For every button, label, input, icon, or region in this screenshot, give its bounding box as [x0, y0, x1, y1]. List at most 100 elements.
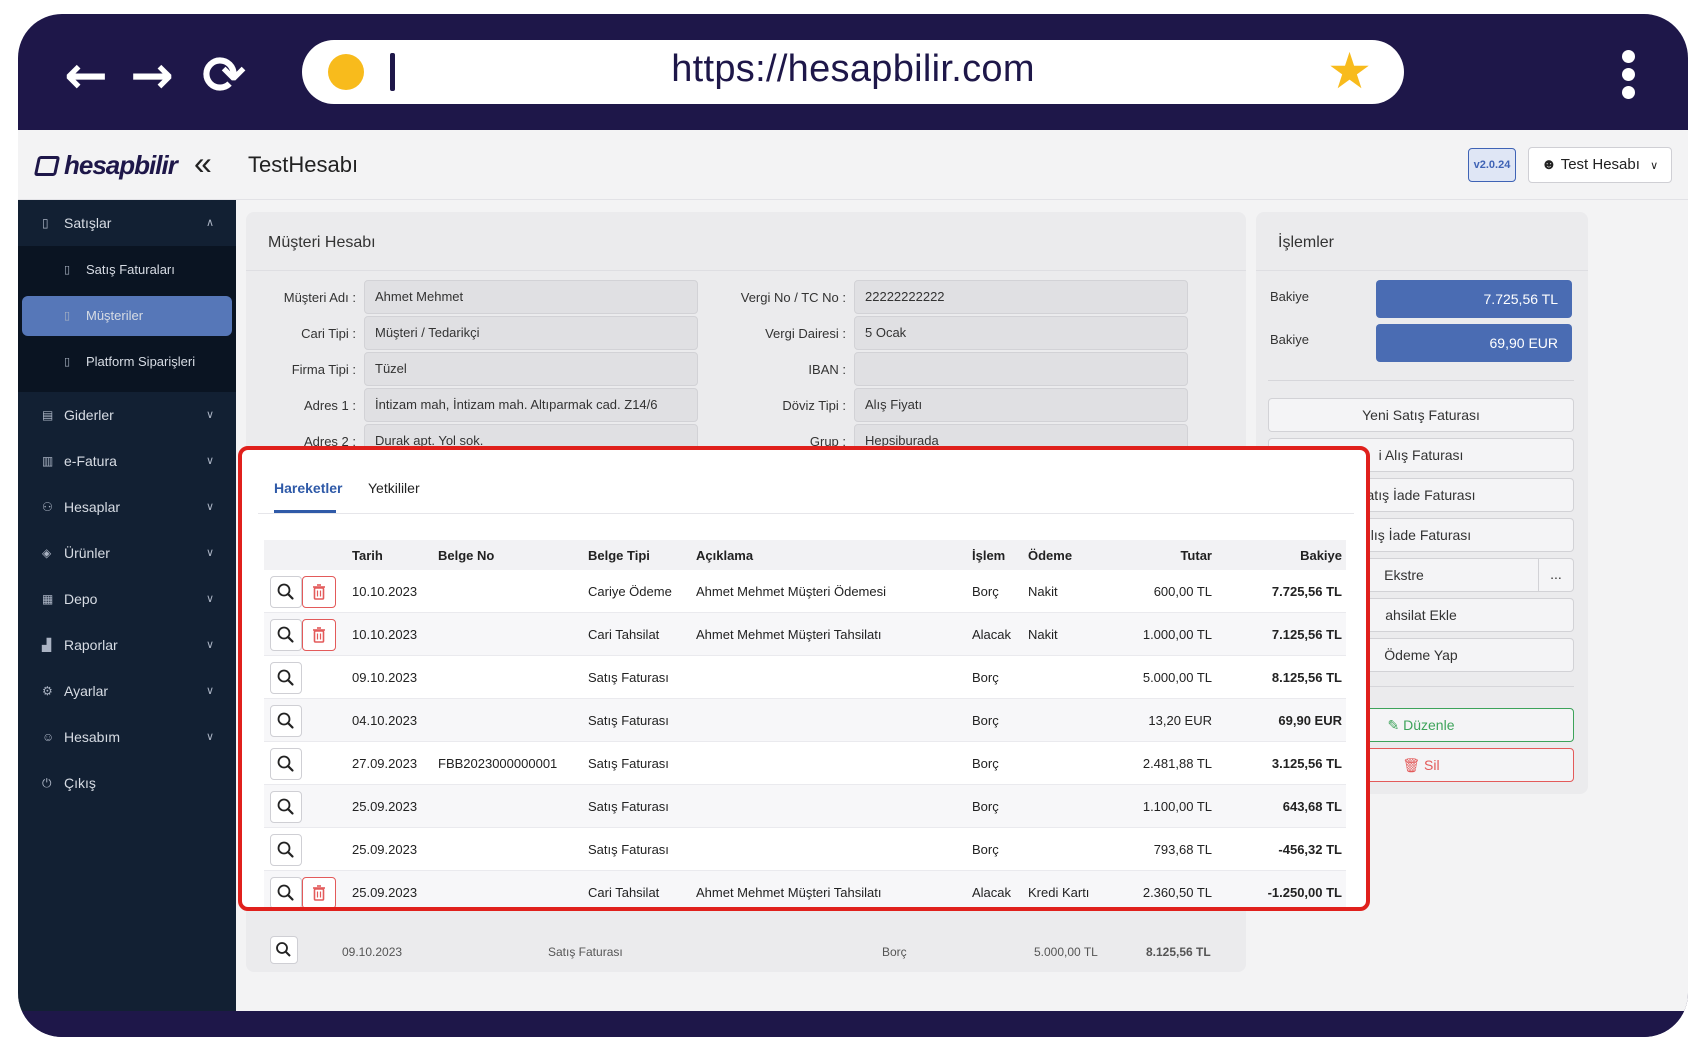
- search-icon: [277, 798, 294, 815]
- column-header-operation[interactable]: İşlem: [972, 548, 1005, 563]
- more-options-button[interactable]: ...: [1538, 558, 1574, 592]
- sidebar: ▯ Satışlar ∧ ▯ Satış Faturaları ▯ Müşter…: [18, 200, 236, 1011]
- logo-text: hesapbilir: [64, 150, 178, 180]
- trash-icon: [313, 627, 325, 643]
- tax-no-field[interactable]: 22222222222: [854, 280, 1188, 314]
- view-button[interactable]: [270, 619, 302, 651]
- view-button[interactable]: [270, 576, 302, 608]
- delete-row-button[interactable]: [302, 576, 336, 608]
- row-operation: Borç: [972, 799, 999, 814]
- arrow-right-icon[interactable]: →: [122, 50, 182, 106]
- sidebar-subitem-musteriler[interactable]: ▯ Müşteriler: [22, 296, 232, 336]
- document-icon: ▯: [64, 356, 71, 368]
- table-row[interactable]: 25.09.2023 Satış Faturası Borç 1.100,00 TL 6…: [264, 785, 1346, 828]
- box-icon: ◈: [42, 546, 52, 560]
- address1-label: Adres 1 :: [303, 398, 356, 413]
- trash-icon: [313, 584, 325, 600]
- trash-icon: 🗑: [1402, 757, 1421, 773]
- kebab-menu-icon[interactable]: [1614, 50, 1644, 100]
- row-balance: -1.250,00 TL: [1267, 885, 1342, 900]
- name-field[interactable]: Ahmet Mehmet: [364, 280, 698, 314]
- column-header-description[interactable]: Açıklama: [696, 548, 753, 563]
- invoice-icon: ▥: [42, 454, 54, 468]
- sidebar-item-hesabim[interactable]: ☺ Hesabım ∨: [18, 714, 236, 760]
- page-title: TestHesabı: [248, 152, 359, 177]
- star-icon[interactable]: ★: [1327, 44, 1372, 98]
- tax-office-field[interactable]: 5 Ocak: [854, 316, 1188, 350]
- sidebar-item-ayarlar[interactable]: ⚙ Ayarlar ∨: [18, 668, 236, 714]
- sidebar-subitem-satis-faturalari[interactable]: ▯ Satış Faturaları: [18, 250, 236, 290]
- chevron-down-icon: ∨: [205, 685, 214, 697]
- view-button[interactable]: [270, 662, 302, 694]
- logo[interactable]: hesapbilir: [33, 150, 178, 181]
- view-button[interactable]: [270, 877, 302, 907]
- address-bar[interactable]: https://hesapbilir.com ★: [302, 40, 1404, 104]
- sidebar-subitem-platform-siparisleri[interactable]: ▯ Platform Siparişleri: [18, 342, 236, 382]
- column-header-date[interactable]: Tarih: [352, 548, 383, 563]
- row-doc-type: Satış Faturası: [548, 945, 623, 959]
- search-icon: [277, 755, 294, 772]
- row-amount: 13,20 EUR: [1148, 713, 1212, 728]
- address1-field[interactable]: İntizam mah, İntizam mah. Altıparmak cad…: [364, 388, 698, 422]
- view-button[interactable]: [270, 791, 302, 823]
- table-row[interactable]: 10.10.2023 Cariye Ödeme Ahmet Mehmet Müşte…: [264, 570, 1346, 613]
- sidebar-item-raporlar[interactable]: ▟ Raporlar ∨: [18, 622, 236, 668]
- column-header-amount[interactable]: Tutar: [1132, 548, 1212, 563]
- delete-row-button[interactable]: [302, 877, 336, 907]
- currency-type-field[interactable]: Alış Fiyatı: [854, 388, 1188, 422]
- delete-row-button[interactable]: [302, 619, 336, 651]
- logo-icon: [33, 155, 61, 176]
- sidebar-item-satislar[interactable]: ▯ Satışlar ∧: [18, 200, 236, 246]
- view-button[interactable]: [270, 834, 302, 866]
- view-button[interactable]: [270, 748, 302, 780]
- table-row[interactable]: 09.10.2023 Satış Faturası Borç 5.000,00 TL 8…: [264, 656, 1346, 699]
- new-sales-invoice-button[interactable]: Yeni Satış Faturası: [1268, 398, 1574, 432]
- sidebar-item-cikis[interactable]: ⏻ Çıkış: [18, 760, 236, 806]
- warehouse-icon: ▦: [42, 592, 54, 606]
- table-row[interactable]: 25.09.2023 Cari Tahsilat Ahmet Mehmet Müşt…: [264, 871, 1346, 907]
- url-text[interactable]: https://hesapbilir.com: [302, 48, 1404, 91]
- row-balance: -456,32 TL: [1278, 842, 1342, 857]
- search-button[interactable]: [270, 936, 298, 964]
- cari-type-field[interactable]: Müşteri / Tedarikçi: [364, 316, 698, 350]
- column-header-doc-no[interactable]: Belge No: [438, 548, 494, 563]
- row-description: Ahmet Mehmet Müşteri Ödemesi: [696, 584, 887, 599]
- row-operation: Borç: [972, 584, 999, 599]
- sidebar-subitem-label: Platform Siparişleri: [86, 354, 196, 369]
- tab-yetkililer[interactable]: Yetkililer: [368, 480, 420, 496]
- table-row[interactable]: 10.10.2023 Cari Tahsilat Ahmet Mehmet Müşt…: [264, 613, 1346, 656]
- tab-hareketler[interactable]: Hareketler: [274, 480, 343, 496]
- divider: [1268, 380, 1574, 381]
- sidebar-submenu: ▯ Satış Faturaları ▯ Müşteriler ▯ Platfo…: [18, 246, 236, 392]
- sidebar-item-depo[interactable]: ▦ Depo ∨: [18, 576, 236, 622]
- table-row[interactable]: 27.09.2023 FBB2023000000001 Satış Faturası…: [264, 742, 1346, 785]
- column-header-payment[interactable]: Ödeme: [1028, 548, 1072, 563]
- iban-field[interactable]: [854, 352, 1188, 386]
- balance-eur: 69,90 EUR: [1376, 324, 1572, 362]
- search-icon: [277, 669, 294, 686]
- sidebar-item-giderler[interactable]: ▤ Giderler ∨: [18, 392, 236, 438]
- arrow-left-icon[interactable]: ←: [56, 50, 116, 106]
- sidebar-item-urunler[interactable]: ◈ Ürünler ∨: [18, 530, 236, 576]
- column-header-doc-type[interactable]: Belge Tipi: [588, 548, 650, 563]
- active-tab-indicator: [274, 510, 336, 513]
- firm-type-field[interactable]: Tüzel: [364, 352, 698, 386]
- row-doc-type: Satış Faturası: [588, 799, 669, 814]
- reload-icon[interactable]: ⟳: [194, 50, 254, 106]
- sidebar-item-label: Satışlar: [64, 215, 112, 231]
- table-row[interactable]: 25.09.2023 Satış Faturası Borç 793,68 TL -45…: [264, 828, 1346, 871]
- chevron-down-icon: ∨: [205, 501, 214, 513]
- row-date: 10.10.2023: [352, 584, 418, 599]
- sidebar-item-hesaplar[interactable]: ⚇ Hesaplar ∨: [18, 484, 236, 530]
- sidebar-item-efatura[interactable]: ▥ e-Fatura ∨: [18, 438, 236, 484]
- row-balance: 8.125,56 TL: [1271, 670, 1342, 685]
- column-header-balance[interactable]: Bakiye: [1242, 548, 1342, 563]
- view-button[interactable]: [270, 705, 302, 737]
- app-header: hesapbilir « TestHesabı v2.0.24 ☻ Test H…: [18, 130, 1688, 200]
- row-balance: 3.125,56 TL: [1271, 756, 1342, 771]
- user-menu-button[interactable]: ☻ Test Hesabı ∨: [1528, 147, 1672, 183]
- collapse-sidebar-icon[interactable]: «: [194, 146, 212, 180]
- user-icon: ☺: [42, 730, 55, 744]
- chevron-down-icon: ∨: [1650, 160, 1659, 172]
- table-row[interactable]: 04.10.2023 Satış Faturası Borç 13,20 EUR 69,…: [264, 699, 1346, 742]
